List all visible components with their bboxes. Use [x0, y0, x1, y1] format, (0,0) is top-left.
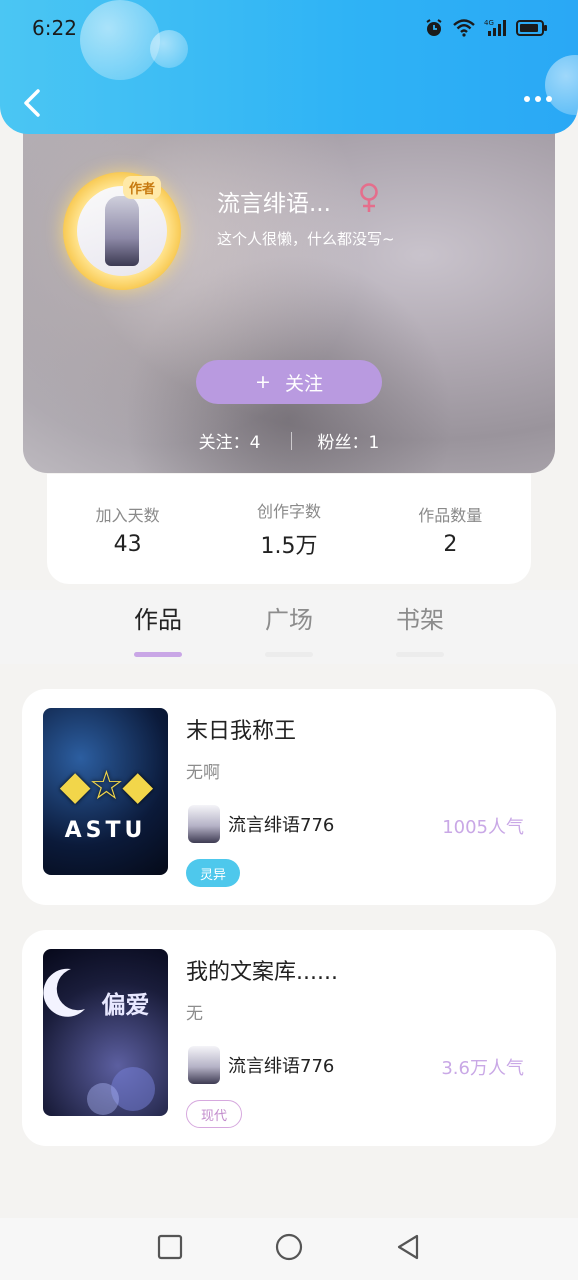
- fans-count: 1: [368, 433, 380, 453]
- top-header: 6:22 4G: [0, 0, 578, 134]
- home-button[interactable]: [275, 1233, 303, 1265]
- stat-works-count: 作品数量 2: [385, 502, 515, 557]
- decorative-bubble: [545, 55, 578, 115]
- circle-icon: [275, 1233, 303, 1261]
- more-dot: [546, 96, 552, 102]
- fans-label: 粉丝：: [317, 433, 369, 453]
- more-dots-icon: [524, 96, 530, 102]
- triangle-back-icon: [397, 1234, 419, 1260]
- following-stat[interactable]: 关注：4: [199, 428, 261, 453]
- follow-button-label: 关注: [284, 372, 323, 395]
- signal-icon: 4G: [484, 19, 506, 36]
- tab-label: 广场: [265, 606, 313, 634]
- tab-indicator: [265, 652, 313, 657]
- tab-plaza[interactable]: 广场: [249, 600, 329, 657]
- author-row: 流言绯语776: [188, 1046, 334, 1084]
- stat-word-count: 创作字数 1.5万: [224, 498, 354, 560]
- decorative-bubble: [150, 30, 188, 68]
- popularity-count: 3.6万人气: [441, 1058, 524, 1079]
- author-row: 流言绯语776: [188, 805, 334, 843]
- author-badge: 作者: [123, 176, 162, 199]
- avatar-figure: [105, 196, 139, 266]
- author-name: 流言绯语776: [228, 1056, 335, 1077]
- profile-username: 流言绯语...: [217, 191, 331, 217]
- cover-art-title: ◆☆◆: [59, 763, 153, 809]
- work-card[interactable]: ◆☆◆ ASTU 末日我称王 无啊 流言绯语776 1005人气 灵异: [22, 689, 556, 905]
- wifi-icon: [453, 19, 475, 37]
- status-time: 6:22: [32, 16, 77, 40]
- following-count: 4: [249, 433, 261, 453]
- profile-bio: 这个人很懒，什么都没写~: [217, 230, 395, 248]
- system-back-button[interactable]: [395, 1233, 421, 1265]
- book-cover[interactable]: ◆☆◆ ASTU: [43, 708, 168, 875]
- battery-icon: [516, 20, 547, 36]
- author-avatar: [188, 805, 220, 843]
- square-icon: [157, 1234, 183, 1260]
- cover-art-text: 偏爱: [101, 991, 150, 1019]
- follow-counts: 关注：4 粉丝：1: [23, 428, 555, 453]
- avatar-image: [77, 186, 167, 276]
- cover-art-text: ASTU: [64, 818, 147, 843]
- stat-label: 创作字数: [256, 502, 321, 521]
- more-dot: [535, 96, 541, 102]
- tab-label: 作品: [134, 606, 182, 634]
- work-description: 无啊: [186, 763, 220, 783]
- alarm-icon: [426, 19, 442, 36]
- tab-bookshelf[interactable]: 书架: [380, 600, 460, 657]
- recent-apps-button[interactable]: [157, 1234, 183, 1264]
- female-icon: [360, 183, 378, 212]
- more-button[interactable]: [524, 96, 552, 102]
- work-title: 末日我称王: [186, 719, 297, 744]
- back-button[interactable]: [18, 86, 48, 120]
- author-avatar: [188, 1046, 220, 1084]
- status-icons: 4G: [424, 18, 548, 38]
- chevron-left-icon: [24, 89, 40, 117]
- system-nav-bar: [0, 1218, 578, 1280]
- following-label: 关注：: [198, 433, 250, 453]
- popularity-count: 1005人气: [442, 817, 524, 838]
- stat-value: 2: [443, 531, 458, 557]
- profile-tabs: 作品 广场 书架: [0, 590, 578, 664]
- avatar[interactable]: 作者: [63, 172, 181, 290]
- work-description: 无: [186, 1004, 203, 1024]
- tab-indicator: [396, 652, 444, 657]
- tab-label: 书架: [396, 606, 444, 634]
- fans-stat[interactable]: 粉丝：1: [318, 428, 380, 453]
- plus-icon: +: [255, 371, 271, 393]
- tab-indicator: [134, 652, 182, 657]
- book-cover[interactable]: 偏爱: [43, 949, 168, 1116]
- network-type-label: 4G: [484, 19, 494, 27]
- stat-join-days: 加入天数 43: [63, 502, 193, 557]
- work-card[interactable]: 偏爱 我的文案库...... 无 流言绯语776 3.6万人气 现代: [22, 930, 556, 1146]
- stat-value: 1.5万: [260, 534, 318, 559]
- stat-value: 43: [113, 531, 142, 557]
- follow-button[interactable]: + 关注: [196, 360, 382, 404]
- author-name: 流言绯语776: [228, 815, 335, 836]
- work-title: 我的文案库......: [186, 960, 338, 985]
- stat-label: 作品数量: [418, 505, 483, 525]
- stat-label: 加入天数: [95, 505, 160, 525]
- decorative-bubble: [80, 0, 160, 80]
- stats-panel: 加入天数 43 创作字数 1.5万 作品数量 2: [47, 474, 531, 584]
- profile-card: 作者 流言绯语... 这个人很懒，什么都没写~ + 关注 关注：4 粉丝：1: [23, 110, 555, 473]
- genre-tag: 灵异: [186, 859, 241, 887]
- genre-tag: 现代: [186, 1100, 243, 1128]
- tab-works[interactable]: 作品: [118, 600, 198, 657]
- moon-illustration: [43, 968, 155, 1115]
- divider: [290, 431, 292, 450]
